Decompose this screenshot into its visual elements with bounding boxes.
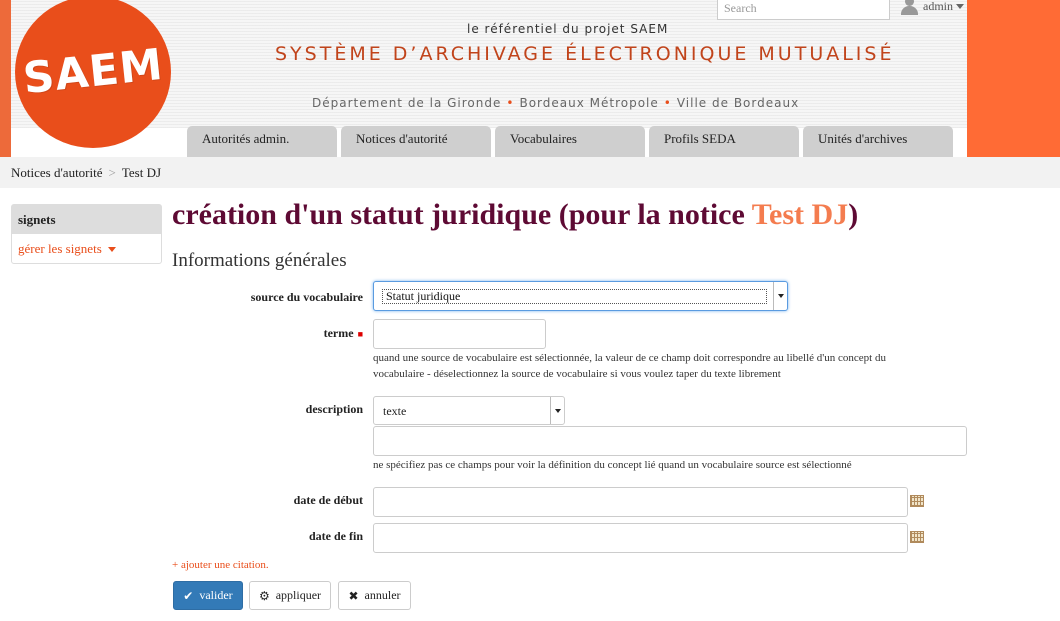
bullet-icon: • [506, 96, 515, 110]
calendar-icon[interactable] [910, 495, 924, 507]
description-input[interactable] [373, 426, 967, 456]
date-fin-label: date de fin [309, 529, 363, 543]
caret-down-icon [956, 4, 964, 9]
tab-profils-seda[interactable]: Profils SEDA [649, 126, 799, 157]
check-icon: ✔ [183, 588, 194, 603]
manage-bookmarks-label: gérer les signets [18, 241, 102, 256]
valider-label: valider [199, 588, 233, 602]
user-name: admin [923, 0, 953, 13]
description-help: ne spécifiez pas ce champs pour voir la … [373, 459, 852, 471]
page-title-text: création d'un statut juridique (pour la … [172, 198, 752, 231]
site-tagline: le référentiel du projet SAEM [467, 22, 669, 36]
add-citation-link[interactable]: + ajouter une citation. [172, 559, 269, 571]
tab-unites-archives[interactable]: Unités d'archives [803, 126, 953, 157]
saem-logo[interactable]: SAEM [15, 0, 171, 148]
caret-down-icon [107, 246, 116, 252]
required-icon: ■ [357, 329, 363, 340]
description-format-value: texte [383, 404, 407, 418]
tab-notices-autorite[interactable]: Notices d'autorité [341, 126, 491, 157]
user-menu[interactable]: admin [900, 0, 964, 16]
vocab-source-select[interactable]: Statut juridique [373, 281, 788, 311]
tab-autorites-admin[interactable]: Autorités admin. [187, 126, 337, 157]
page-title-suffix: ) [848, 198, 859, 231]
appliquer-button[interactable]: ⚙ appliquer [249, 581, 331, 610]
annuler-label: annuler [364, 588, 401, 602]
header: SAEM le référentiel du projet SAEM SYSTÈ… [0, 0, 1060, 157]
date-debut-label: date de début [293, 493, 363, 507]
signets-box: signets gérer les signets [11, 204, 162, 264]
gear-icon: ⚙ [258, 588, 270, 603]
breadcrumb-current: Test DJ [121, 165, 162, 180]
bullet-icon: • [663, 96, 672, 110]
breadcrumb-separator: > [108, 165, 116, 180]
description-label: description [305, 402, 363, 416]
close-icon: ✖ [348, 588, 359, 603]
logo-text: SAEM [20, 39, 166, 105]
terme-input[interactable] [373, 319, 546, 349]
description-format-select[interactable]: texte [373, 396, 565, 425]
search-input[interactable] [717, 0, 890, 20]
vocab-source-label: source du vocabulaire [250, 290, 363, 304]
section-title: Informations générales [172, 250, 347, 271]
signets-title: signets [12, 205, 161, 234]
select-arrow-icon [550, 397, 564, 424]
partners-line: Département de la Gironde • Bordeaux Métro… [312, 96, 799, 110]
tab-vocabulaires[interactable]: Vocabulaires [495, 126, 645, 157]
terme-label-text: terme [323, 326, 354, 340]
header-right-accent [967, 0, 1060, 157]
site-title: SYSTÈME D’ARCHIVAGE ÉLECTRONIQUE MUTUALI… [275, 43, 895, 65]
user-icon [900, 0, 919, 16]
header-left-accent [0, 0, 11, 157]
date-debut-input[interactable] [373, 487, 908, 517]
partner-gironde: Département de la Gironde [312, 96, 502, 110]
select-arrow-icon [773, 282, 787, 310]
terme-help: quand une source de vocabulaire est séle… [373, 352, 886, 380]
page-title: création d'un statut juridique (pour la … [172, 198, 858, 232]
breadcrumb: Notices d'autorité > Test DJ [0, 157, 1060, 188]
page-title-notice-link[interactable]: Test DJ [752, 198, 848, 231]
appliquer-label: appliquer [275, 588, 322, 602]
valider-button[interactable]: ✔ valider [173, 581, 243, 610]
vocab-source-value: Statut juridique [382, 289, 767, 304]
terme-label: terme ■ [200, 326, 363, 341]
breadcrumb-notices[interactable]: Notices d'autorité [11, 165, 103, 180]
annuler-button[interactable]: ✖ annuler [338, 581, 411, 610]
partner-bordeaux-metropole: Bordeaux Métropole [519, 96, 659, 110]
date-fin-input[interactable] [373, 523, 908, 553]
partner-ville-bordeaux: Ville de Bordeaux [676, 96, 800, 110]
calendar-icon[interactable] [910, 531, 924, 543]
manage-bookmarks-link[interactable]: gérer les signets [12, 234, 161, 257]
